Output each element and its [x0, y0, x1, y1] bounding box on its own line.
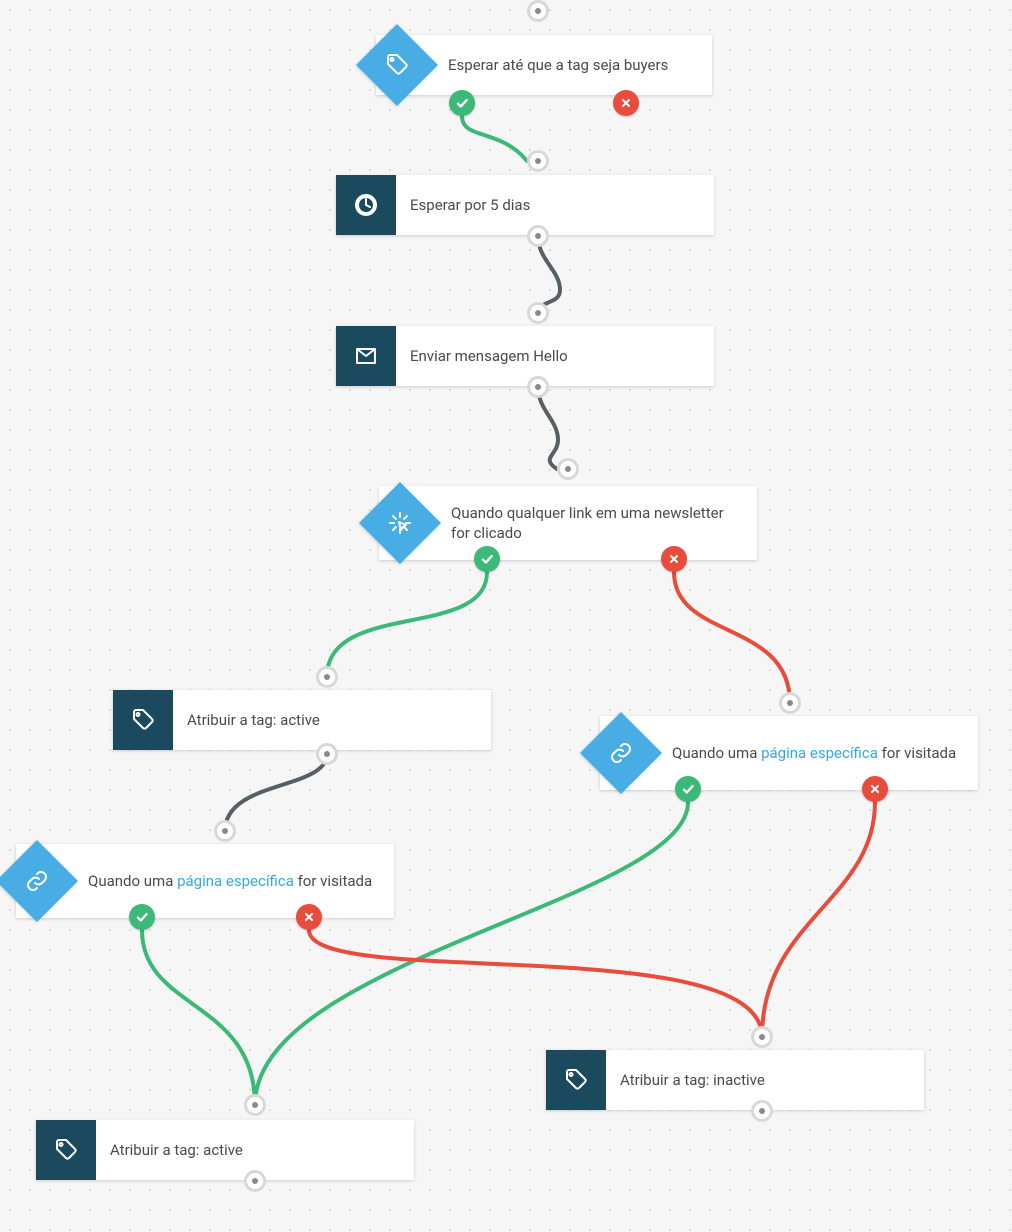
port[interactable] — [527, 0, 549, 22]
node-label: Atribuir a tag: active — [173, 700, 491, 740]
clock-icon — [336, 175, 396, 235]
node-n5[interactable]: Atribuir a tag: active — [113, 690, 491, 750]
check-icon[interactable] — [129, 904, 155, 930]
node-n3[interactable]: Enviar mensagem Hello — [336, 326, 714, 386]
edge — [309, 930, 762, 1037]
port[interactable] — [557, 458, 579, 480]
port[interactable] — [316, 666, 338, 688]
port[interactable] — [751, 1026, 773, 1048]
port[interactable] — [527, 302, 549, 324]
link-text[interactable]: página específica — [761, 744, 878, 762]
node-n8[interactable]: Atribuir a tag: inactive — [546, 1050, 924, 1110]
tag-icon — [356, 24, 438, 106]
edge — [538, 236, 560, 313]
port[interactable] — [244, 1094, 266, 1116]
close-icon[interactable] — [613, 90, 639, 116]
close-icon[interactable] — [862, 776, 888, 802]
node-n4[interactable]: Quando qualquer link em uma newsletter f… — [379, 486, 757, 560]
node-label: Quando uma página específica for visitad… — [658, 733, 978, 773]
edge — [674, 572, 790, 703]
close-icon[interactable] — [296, 904, 322, 930]
mail-icon — [336, 326, 396, 386]
port[interactable] — [527, 376, 549, 398]
workflow-canvas[interactable]: Esperar até que a tag seja buyers Esperar… — [0, 0, 1012, 1232]
node-n6[interactable]: Quando uma página específica for visitad… — [600, 716, 978, 790]
edge — [538, 387, 558, 469]
port[interactable] — [316, 743, 338, 765]
node-label: Quando uma página específica for visitad… — [74, 861, 394, 901]
port[interactable] — [214, 820, 236, 842]
node-label: Esperar por 5 dias — [396, 185, 714, 225]
edge — [762, 802, 875, 1037]
tag-icon — [36, 1120, 96, 1180]
tag-icon — [546, 1050, 606, 1110]
check-icon[interactable] — [449, 90, 475, 116]
click-icon — [359, 482, 441, 564]
check-icon[interactable] — [675, 776, 701, 802]
node-n7[interactable]: Quando uma página específica for visitad… — [16, 844, 394, 918]
edge — [142, 930, 255, 1105]
edge — [225, 754, 327, 831]
port[interactable] — [527, 225, 549, 247]
edge — [327, 572, 487, 677]
node-label: Enviar mensagem Hello — [396, 336, 714, 376]
node-label: Atribuir a tag: active — [96, 1130, 414, 1170]
close-icon[interactable] — [661, 546, 687, 572]
link-icon — [0, 840, 78, 922]
node-n9[interactable]: Atribuir a tag: active — [36, 1120, 414, 1180]
port[interactable] — [527, 150, 549, 172]
check-icon[interactable] — [474, 546, 500, 572]
node-label: Quando qualquer link em uma newsletter f… — [437, 493, 757, 554]
port[interactable] — [779, 692, 801, 714]
tag-icon — [113, 690, 173, 750]
link-text[interactable]: página específica — [177, 872, 294, 890]
port[interactable] — [244, 1170, 266, 1192]
link-icon — [580, 712, 662, 794]
node-n1[interactable]: Esperar até que a tag seja buyers — [376, 35, 712, 95]
node-n2[interactable]: Esperar por 5 dias — [336, 175, 714, 235]
edge — [462, 116, 527, 161]
node-label: Atribuir a tag: inactive — [606, 1060, 924, 1100]
node-label: Esperar até que a tag seja buyers — [434, 45, 712, 85]
port[interactable] — [751, 1100, 773, 1122]
